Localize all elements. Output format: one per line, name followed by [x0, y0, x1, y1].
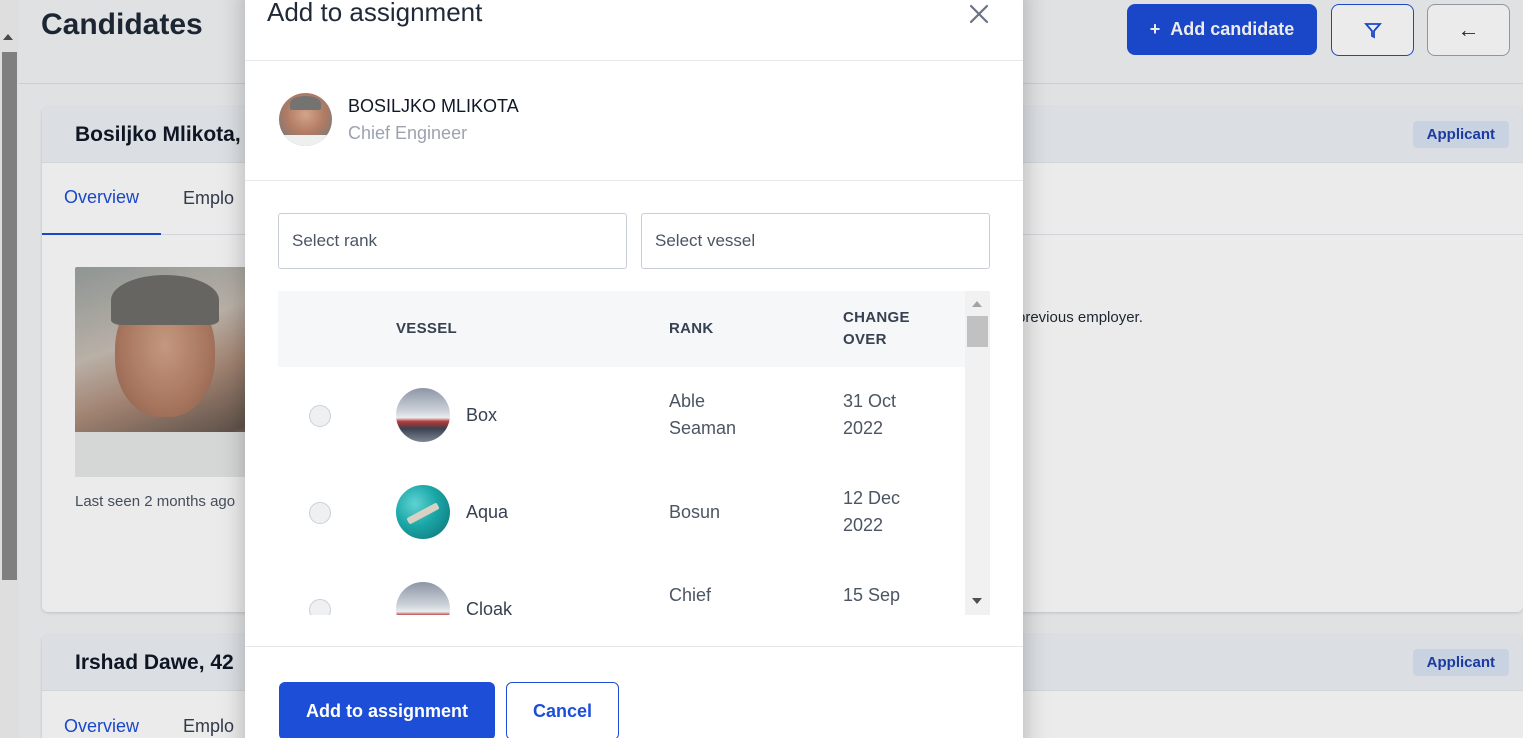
- assignments-table: VESSEL RANK CHANGE OVER Box Able Seaman …: [278, 291, 990, 615]
- table-row[interactable]: Aqua Bosun 12 Dec 2022: [278, 464, 965, 561]
- table-row[interactable]: Cloak Chief 15 Sep: [278, 561, 965, 615]
- modal-title: Add to assignment: [267, 0, 483, 27]
- change-over-cell: 12 Dec 2022: [843, 488, 901, 535]
- modal-footer: Add to assignment Cancel: [245, 646, 1023, 738]
- vessel-select-placeholder: Select vessel: [655, 231, 756, 250]
- cancel-button[interactable]: Cancel: [506, 682, 619, 738]
- row-radio[interactable]: [309, 405, 331, 427]
- change-over-cell: 15 Sep: [843, 585, 901, 605]
- table-header: VESSEL RANK CHANGE OVER: [278, 291, 965, 367]
- rank-select[interactable]: Select rank: [278, 213, 627, 269]
- row-radio[interactable]: [309, 502, 331, 524]
- column-header-change-over: CHANGE OVER: [843, 309, 910, 348]
- vessel-name: Box: [466, 405, 498, 425]
- table-row[interactable]: Box Able Seaman 31 Oct 2022: [278, 367, 965, 464]
- column-header-rank: RANK: [669, 320, 714, 337]
- vessel-image: [396, 388, 450, 442]
- add-to-assignment-modal: Add to assignment BOSILJKO MLIKOTA Chief…: [245, 0, 1023, 738]
- vessel-image: [396, 485, 450, 539]
- scroll-up-arrow-icon[interactable]: [972, 301, 982, 307]
- table-scrollbar[interactable]: [965, 291, 990, 615]
- row-radio[interactable]: [309, 599, 331, 615]
- rank-cell: Able Seaman: [669, 391, 737, 438]
- change-over-cell: 31 Oct 2022: [843, 391, 897, 438]
- add-to-assignment-button[interactable]: Add to assignment: [279, 682, 495, 738]
- modal-header: Add to assignment: [245, 0, 1023, 61]
- close-button[interactable]: [967, 2, 991, 26]
- rank-select-placeholder: Select rank: [292, 231, 378, 250]
- candidate-name: BOSILJKO MLIKOTA: [348, 96, 519, 116]
- scrollbar-thumb[interactable]: [967, 316, 988, 347]
- candidate-role: Chief Engineer: [348, 123, 468, 143]
- vessel-name: Aqua: [466, 502, 509, 522]
- vessel-image: [396, 582, 450, 615]
- scroll-down-arrow-icon[interactable]: [972, 598, 982, 604]
- rank-cell: Bosun: [669, 502, 721, 522]
- rank-cell: Chief: [669, 585, 712, 605]
- column-header-vessel: VESSEL: [396, 320, 457, 337]
- avatar: [279, 93, 332, 146]
- candidate-summary: BOSILJKO MLIKOTA Chief Engineer: [245, 61, 1023, 181]
- vessel-select[interactable]: Select vessel: [641, 213, 990, 269]
- vessel-name: Cloak: [466, 599, 513, 615]
- close-icon: [969, 4, 989, 24]
